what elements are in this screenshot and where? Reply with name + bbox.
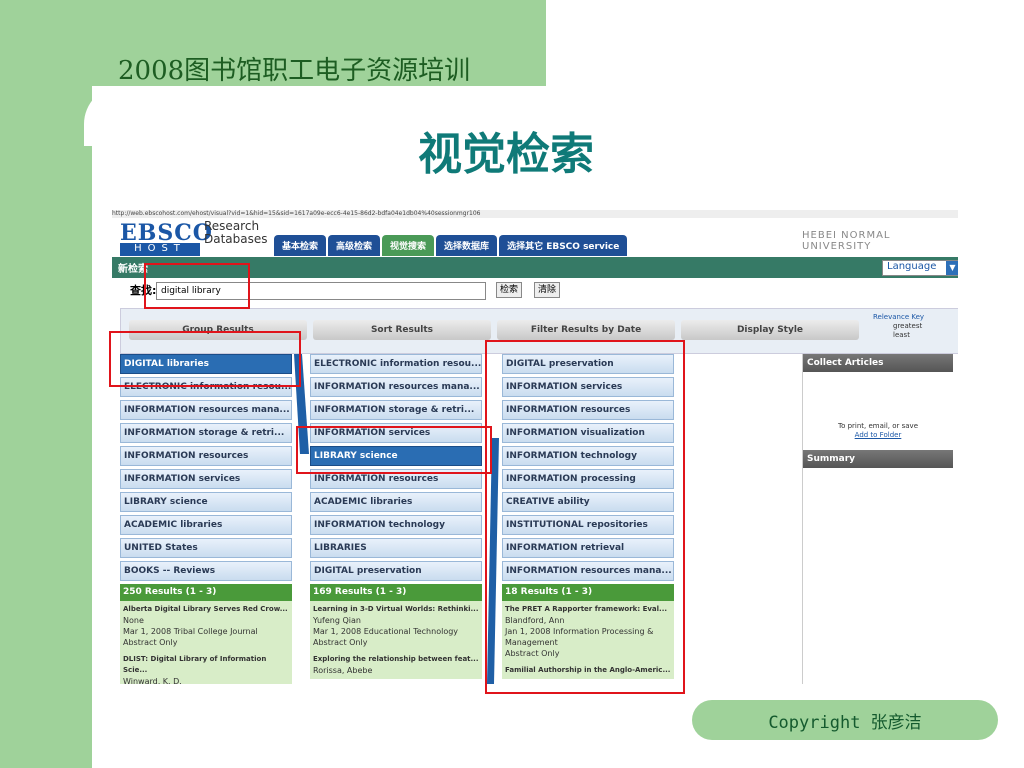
highlight-search-box	[144, 263, 250, 309]
slide-main-title: 视觉检索	[418, 129, 594, 180]
highlight-second-term	[296, 426, 492, 474]
slide-footer: Copyright 张彦洁	[692, 700, 998, 740]
left-decor-band	[0, 0, 92, 768]
highlight-third-column	[485, 340, 685, 694]
highlight-first-term	[109, 331, 301, 387]
rounded-corner-decor	[84, 86, 204, 146]
slide-header-title: 2008图书馆职工电子资源培训	[118, 56, 471, 86]
